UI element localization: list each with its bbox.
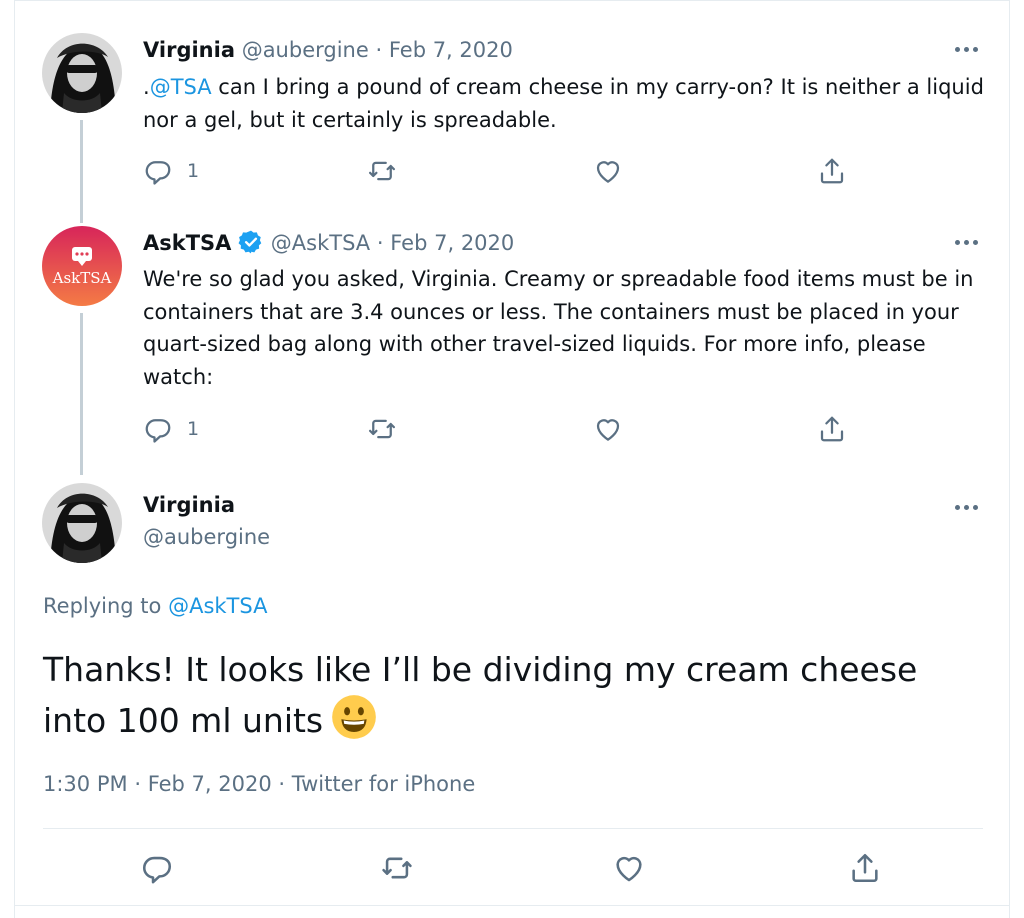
reply-button[interactable] (140, 852, 174, 884)
reply-icon (145, 161, 171, 185)
asktsa-logo-text: AskTSA (52, 269, 112, 287)
tweet-source[interactable]: Twitter for iPhone (292, 772, 476, 796)
reply-icon (142, 856, 172, 884)
thread-connector-line-2 (80, 313, 83, 475)
retweet-icon (369, 161, 395, 181)
mention-link[interactable]: @TSA (150, 75, 212, 99)
replying-prefix: Replying to (43, 594, 162, 618)
tweet-date[interactable]: Feb 7, 2020 (389, 38, 513, 62)
share-icon (852, 853, 878, 883)
tweet-header: AskTSA @AskTSA · Feb 7, 2020 (143, 229, 514, 257)
share-icon (820, 158, 844, 184)
asktsa-avatar[interactable]: AskTSA (42, 226, 122, 306)
more-options-icon[interactable] (955, 236, 983, 248)
replying-to: Replying to @AskTSA (43, 594, 267, 618)
share-icon (820, 416, 844, 442)
author-name[interactable]: Virginia (143, 493, 235, 517)
like-button[interactable] (593, 413, 623, 445)
share-button[interactable] (817, 413, 847, 445)
retweet-button[interactable] (367, 155, 397, 187)
reply-count: 1 (187, 418, 200, 440)
more-options-icon[interactable] (955, 501, 983, 513)
retweet-button[interactable] (367, 413, 397, 445)
share-button[interactable] (817, 155, 847, 187)
author-name[interactable]: Virginia (143, 38, 235, 62)
reply-button[interactable]: 1 (143, 413, 199, 445)
text-prefix: . (143, 75, 150, 99)
retweet-icon (369, 419, 395, 439)
tweet-text: .@TSA can I bring a pound of cream chees… (143, 71, 993, 136)
tweet-time[interactable]: 1:30 PM (43, 772, 128, 796)
tweet-actions: 1 (143, 155, 863, 187)
verified-badge-icon (238, 230, 262, 254)
bottom-border (14, 905, 1010, 906)
heart-icon (596, 161, 620, 183)
divider (43, 828, 983, 829)
reply-button[interactable]: 1 (143, 155, 199, 187)
date-separator: · (376, 231, 384, 255)
tweet-body: can I bring a pound of cream cheese in m… (143, 75, 984, 132)
grinning-face-emoji (332, 695, 376, 739)
reply-icon (145, 419, 171, 443)
tweet-text: We're so glad you asked, Virginia. Cream… (143, 267, 974, 389)
reply-count: 1 (187, 160, 200, 182)
like-button[interactable] (593, 155, 623, 187)
retweet-icon (382, 857, 412, 879)
tweet-header: Virginia @aubergine · Feb 7, 2020 (143, 36, 513, 64)
tweet-actions (140, 852, 900, 888)
tweet-actions: 1 (143, 413, 863, 445)
author-handle[interactable]: @aubergine (143, 525, 270, 549)
share-button[interactable] (848, 852, 882, 884)
author-handle[interactable]: @aubergine (242, 38, 369, 62)
tweet-date[interactable]: Feb 7, 2020 (148, 772, 272, 796)
author-handle[interactable]: @AskTSA (271, 231, 370, 255)
virginia-avatar[interactable] (42, 33, 122, 113)
date-separator: · (375, 38, 383, 62)
like-button[interactable] (612, 852, 646, 884)
more-options-icon[interactable] (955, 43, 983, 55)
tweet-meta: 1:30 PM · Feb 7, 2020 · Twitter for iPho… (43, 772, 475, 796)
tweet-text: Thanks! It looks like I’ll be dividing m… (43, 645, 983, 745)
author-name[interactable]: AskTSA (143, 231, 231, 255)
tweet-date[interactable]: Feb 7, 2020 (390, 231, 514, 255)
meta-separator: · (134, 772, 141, 796)
replying-mention-link[interactable]: @AskTSA (168, 594, 267, 618)
tweet-body: Thanks! It looks like I’ll be dividing m… (43, 650, 918, 740)
meta-separator: · (278, 772, 286, 796)
retweet-button[interactable] (380, 852, 414, 884)
virginia-avatar[interactable] (42, 483, 122, 563)
thread-connector-line (80, 120, 83, 223)
heart-icon (616, 856, 642, 882)
heart-icon (596, 419, 620, 441)
